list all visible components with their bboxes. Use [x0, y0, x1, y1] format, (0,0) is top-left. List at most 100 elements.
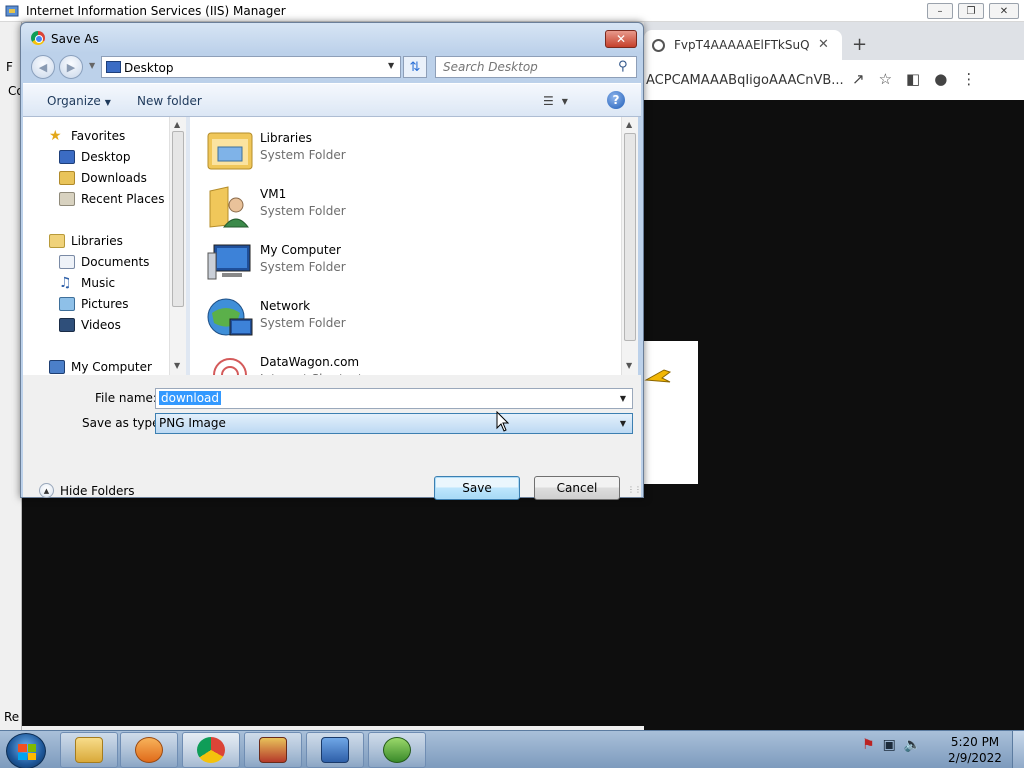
save-type-select[interactable]: PNG Image ▼: [155, 413, 633, 434]
dialog-close-button[interactable]: ✕: [605, 30, 637, 48]
nav-item-music[interactable]: ♫ Music: [59, 273, 115, 293]
iis-app-icon: [5, 5, 19, 17]
sidepanel-icon[interactable]: ◧: [906, 70, 920, 88]
chevron-down-icon[interactable]: ▼: [620, 394, 626, 403]
view-dropdown-icon[interactable]: ▼: [562, 97, 568, 106]
scroll-down-icon[interactable]: ▼: [174, 361, 180, 370]
file-name-value[interactable]: download: [159, 391, 222, 405]
dialog-title-bar: Save As ✕: [21, 23, 643, 53]
tab-close-icon[interactable]: ✕: [818, 37, 829, 52]
show-desktop-button[interactable]: [1012, 731, 1024, 768]
nav-item-favorites[interactable]: ★ Favorites: [49, 126, 125, 146]
file-list-scrollbar[interactable]: ▲ ▼: [621, 117, 638, 375]
back-arrow-icon[interactable]: ◀: [31, 55, 55, 79]
list-item-my-computer[interactable]: My Computer System Folder: [206, 233, 506, 285]
nav-pane-scrollbar[interactable]: ▲ ▼: [169, 117, 186, 375]
new-folder-button[interactable]: New folder: [137, 94, 202, 108]
taskbar-chrome[interactable]: [182, 732, 240, 768]
iis-manager-icon: [321, 737, 349, 763]
nav-item-desktop[interactable]: Desktop: [59, 147, 131, 167]
nav-item-libraries[interactable]: Libraries: [49, 231, 123, 251]
action-center-flag-icon[interactable]: ⚑: [862, 737, 875, 753]
nav-item-pictures[interactable]: Pictures: [59, 294, 129, 314]
file-type: System Folder: [260, 260, 346, 274]
desktop-icon: [106, 61, 121, 73]
nav-label: Recent Places: [81, 192, 165, 206]
profile-icon[interactable]: ●: [934, 70, 947, 88]
taskbar-toolbox[interactable]: [244, 732, 302, 768]
file-name-field[interactable]: download ▼: [155, 388, 633, 409]
search-input[interactable]: [436, 57, 612, 77]
chevron-up-icon: ▲: [39, 483, 54, 498]
nav-item-documents[interactable]: Documents: [59, 252, 149, 272]
change-view-button[interactable]: ☰ ▼: [543, 92, 579, 110]
file-list-scroll-thumb[interactable]: [624, 133, 636, 341]
chrome-window: FvpT4AAAAAElFTkSuQmCC ✕ + ACPCAMAAABqIig…: [644, 22, 1024, 100]
search-icon[interactable]: ⚲: [618, 59, 628, 74]
share-icon[interactable]: ↗: [852, 70, 865, 88]
recent-locations-dropdown[interactable]: ▼: [89, 61, 95, 70]
save-as-dialog: Save As ✕ ◀ ▶ ▼ Desktop ▼ ⇅ ⚲ Organize▼ …: [20, 22, 644, 500]
taskbar-media-player[interactable]: [120, 732, 178, 768]
hide-folders-label: Hide Folders: [60, 483, 135, 498]
clock-time: 5:20 PM: [950, 735, 1000, 749]
network-frog-icon: [383, 737, 411, 763]
taskbar-clock[interactable]: 5:20 PM 2/9/2022: [944, 734, 1006, 766]
network-tray-icon[interactable]: ▣: [883, 737, 896, 753]
new-tab-button[interactable]: +: [852, 34, 867, 55]
chevron-down-icon[interactable]: ▼: [620, 419, 626, 428]
nav-item-downloads[interactable]: Downloads: [59, 168, 147, 188]
scroll-down-icon[interactable]: ▼: [626, 361, 632, 370]
taskbar-network-app[interactable]: [368, 732, 426, 768]
shortcut-icon: [213, 358, 247, 375]
iis-close-button[interactable]: ✕: [989, 3, 1019, 19]
forward-arrow-icon[interactable]: ▶: [59, 55, 83, 79]
iis-minimize-button[interactable]: –: [927, 3, 953, 19]
nav-scroll-thumb[interactable]: [172, 131, 184, 307]
help-icon[interactable]: ?: [607, 91, 625, 109]
scroll-up-icon[interactable]: ▲: [174, 120, 180, 129]
taskbar-explorer[interactable]: [60, 732, 118, 768]
resize-grip-icon[interactable]: ⋮⋮: [627, 485, 642, 494]
documents-icon: [59, 255, 75, 269]
bookmark-star-icon[interactable]: ☆: [879, 70, 892, 88]
nav-item-videos[interactable]: Videos: [59, 315, 121, 335]
hide-folders-button[interactable]: ▲ Hide Folders: [39, 483, 135, 498]
file-type: System Folder: [260, 204, 346, 218]
save-type-label: Save as type:: [82, 416, 164, 430]
chrome-url-text[interactable]: ACPCAMAAABqIigoAAACnVB...: [646, 73, 844, 88]
mouse-cursor-icon: [496, 411, 510, 432]
nav-item-recent-places[interactable]: Recent Places: [59, 189, 164, 209]
list-item-libraries[interactable]: Libraries System Folder: [206, 121, 506, 173]
list-item-vm1[interactable]: VM1 System Folder: [206, 177, 506, 229]
taskbar-iis-manager[interactable]: [306, 732, 364, 768]
nav-label: My Computer: [71, 360, 152, 374]
organize-label: Organize: [47, 94, 101, 108]
list-item-datawagon[interactable]: DataWagon.com Internet Shortcut: [206, 345, 506, 375]
chrome-icon: [31, 31, 45, 45]
cancel-button[interactable]: Cancel: [534, 476, 620, 500]
start-button[interactable]: [6, 733, 46, 768]
search-box[interactable]: ⚲: [435, 56, 637, 78]
refresh-icon[interactable]: ⇅: [403, 56, 427, 78]
organize-button[interactable]: Organize ▼: [47, 94, 111, 108]
user-folder-icon: [209, 186, 250, 228]
nav-item-my-computer[interactable]: My Computer: [49, 357, 152, 375]
address-bar[interactable]: Desktop ▼: [101, 56, 401, 78]
music-icon: ♫: [59, 275, 72, 291]
media-player-icon: [135, 737, 163, 763]
file-name: My Computer: [260, 243, 341, 257]
save-options-area: File name: download ▼ Save as type: PNG …: [23, 375, 642, 500]
menu-kebab-icon[interactable]: ⋮: [961, 70, 976, 88]
file-name: Network: [260, 299, 311, 313]
address-dropdown-icon[interactable]: ▼: [388, 61, 394, 70]
windows-logo-icon: [18, 744, 36, 760]
chrome-tab[interactable]: FvpT4AAAAAElFTkSuQmCC ✕: [644, 30, 842, 60]
nav-label: Music: [81, 276, 116, 290]
file-list-pane: Libraries System Folder VM1 System Folde…: [190, 117, 622, 375]
volume-icon[interactable]: 🔈: [904, 737, 921, 753]
scroll-up-icon[interactable]: ▲: [626, 120, 632, 129]
iis-restore-button[interactable]: ❐: [958, 3, 984, 19]
save-button[interactable]: Save: [434, 476, 520, 500]
list-item-network[interactable]: Network System Folder: [206, 289, 506, 341]
